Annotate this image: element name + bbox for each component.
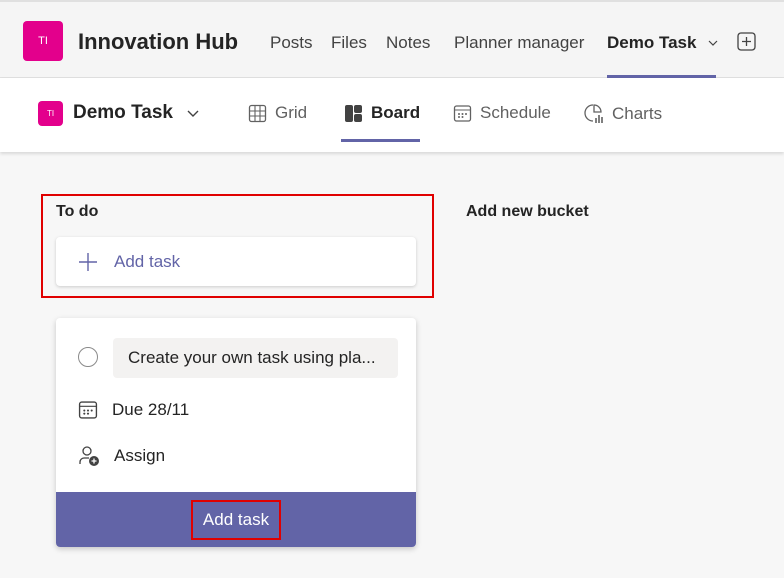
view-charts[interactable]: Charts	[584, 103, 662, 125]
view-board[interactable]: Board	[344, 103, 420, 123]
team-name: Innovation Hub	[78, 29, 239, 54]
view-label: Schedule	[480, 103, 551, 122]
tab-files[interactable]: Files	[331, 33, 367, 53]
view-schedule[interactable]: Schedule	[453, 103, 551, 123]
assign-label: Assign	[114, 446, 166, 465]
plan-avatar: TI	[38, 101, 63, 126]
tab-notes[interactable]: Notes	[386, 33, 430, 53]
plan-name: Demo Task	[73, 102, 173, 123]
person-add-icon	[79, 446, 99, 466]
grid-icon	[248, 104, 267, 122]
view-grid[interactable]: Grid	[248, 103, 307, 123]
add-new-bucket[interactable]: Add new bucket	[466, 203, 589, 221]
tab-planner-manager[interactable]: Planner manager	[454, 33, 584, 53]
tab-label: Demo Task	[607, 33, 697, 52]
submit-bar: Add task	[56, 492, 416, 547]
team-header: TI Innovation Hub Posts Files Notes Plan…	[0, 0, 784, 78]
chevron-down-icon	[187, 110, 199, 117]
chevron-down-icon	[708, 40, 718, 46]
team-avatar: TI	[23, 21, 63, 61]
new-task-card: Create your own task using pla... Due 28…	[56, 318, 416, 547]
due-date-picker[interactable]: Due 28/11	[78, 400, 189, 420]
tab-demo-task[interactable]: Demo Task	[607, 33, 719, 53]
calendar-icon	[78, 401, 98, 419]
submit-add-task-button[interactable]: Add task	[190, 499, 282, 540]
calendar-icon	[453, 104, 472, 122]
add-tab-icon[interactable]	[737, 32, 756, 51]
view-label: Board	[371, 103, 421, 122]
active-view-indicator	[341, 139, 420, 142]
task-title-input[interactable]: Create your own task using pla...	[113, 338, 398, 378]
assign-button[interactable]: Assign	[78, 445, 165, 467]
highlight-box	[41, 194, 434, 298]
plan-toolbar: TI Demo Task Grid Board Schedule Charts	[0, 78, 784, 152]
complete-checkbox[interactable]	[78, 347, 98, 367]
tab-posts[interactable]: Posts	[270, 33, 313, 53]
due-date: Due 28/11	[112, 400, 190, 419]
plan-selector[interactable]: Demo Task	[73, 102, 200, 124]
view-label: Charts	[612, 104, 663, 123]
board-icon	[345, 104, 362, 122]
chart-icon	[584, 104, 603, 123]
view-label: Grid	[275, 103, 308, 122]
